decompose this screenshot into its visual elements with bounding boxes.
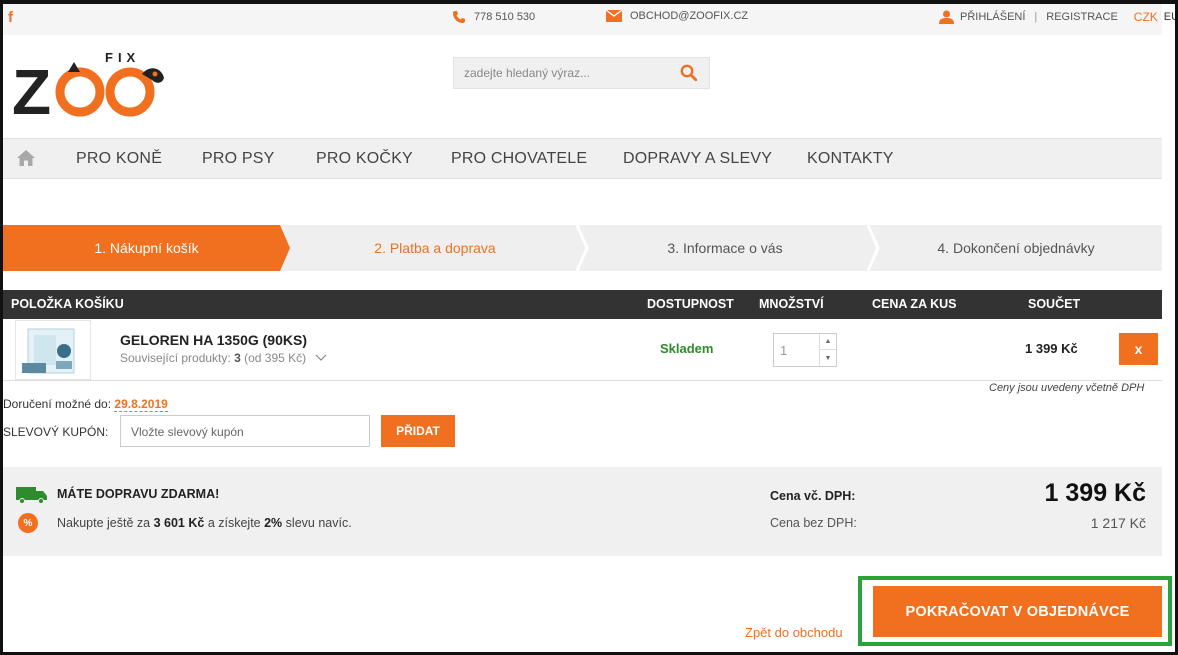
screenshot-border — [0, 0, 1178, 655]
